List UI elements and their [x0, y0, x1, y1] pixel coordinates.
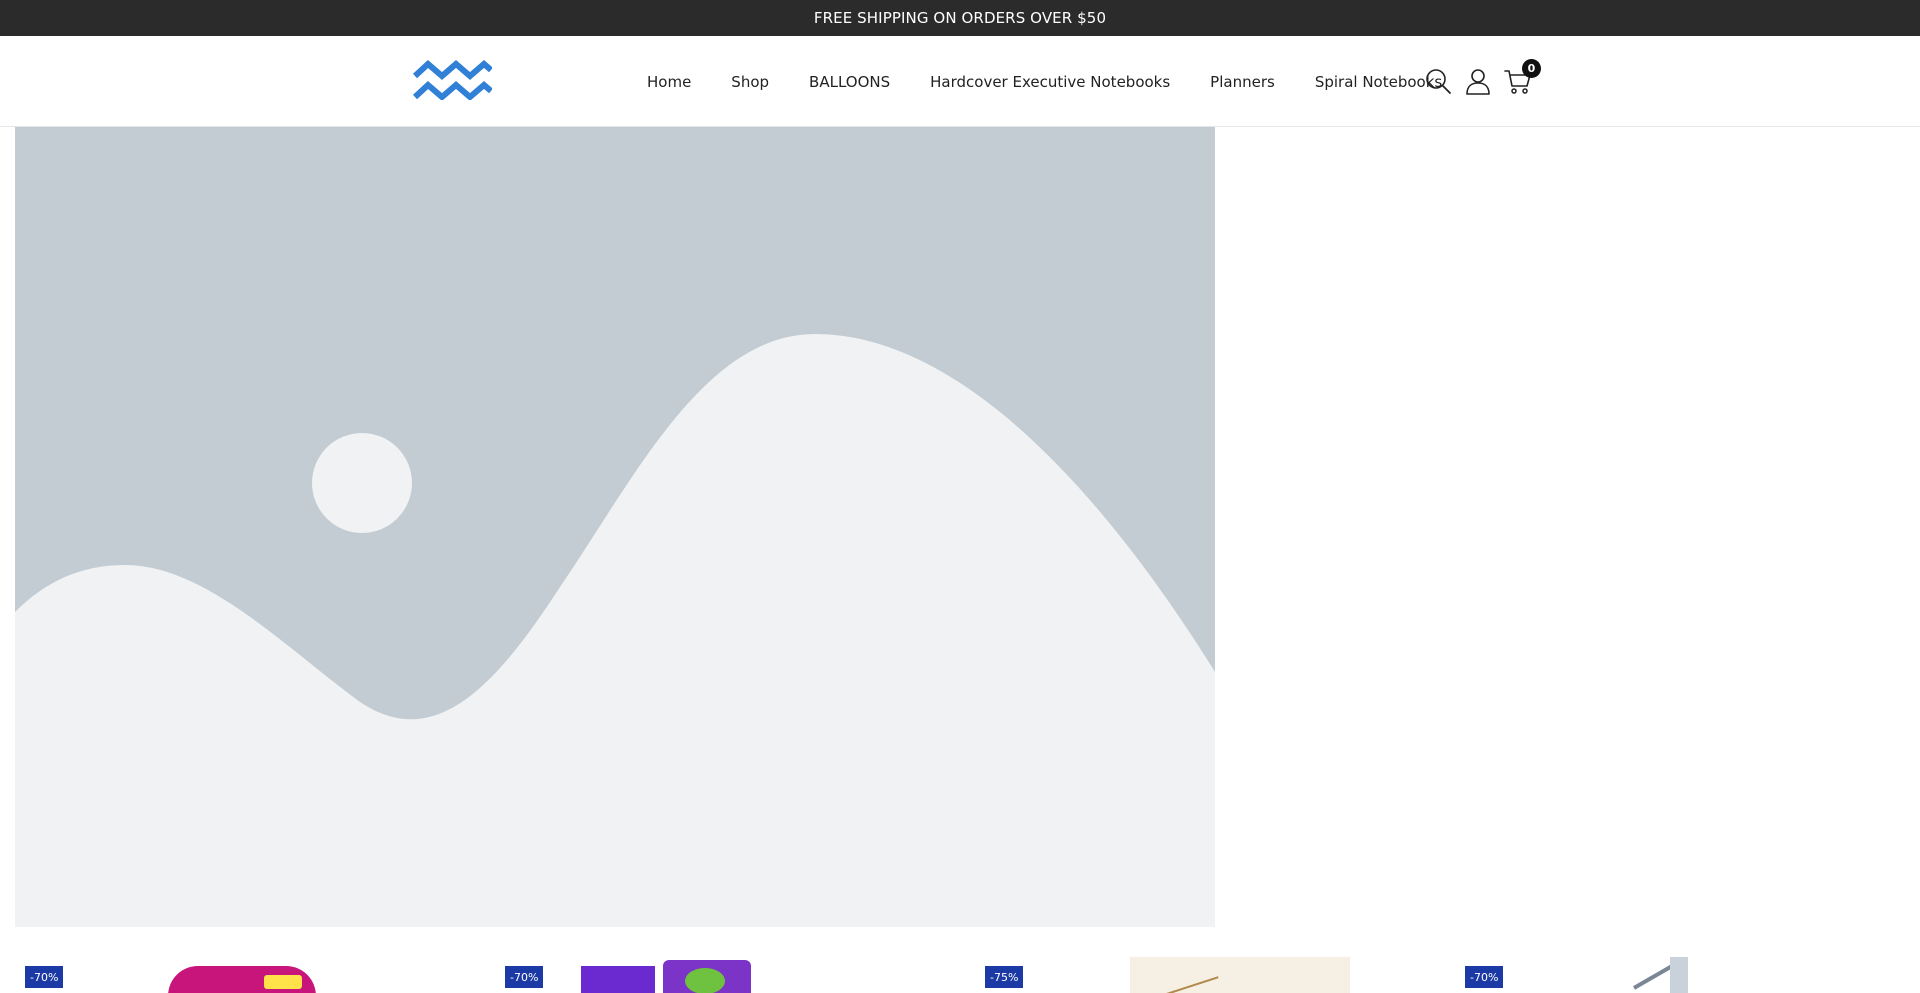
- zigzag-logo-icon: [412, 59, 493, 101]
- discount-badge: -70%: [1465, 966, 1504, 988]
- nav-balloons[interactable]: BALLOONS: [809, 73, 890, 91]
- account-button[interactable]: [1464, 67, 1492, 95]
- product-image[interactable]: [1570, 957, 1688, 993]
- nav-home[interactable]: Home: [647, 73, 691, 91]
- product-image[interactable]: [1130, 957, 1350, 993]
- header-icons: 0: [1424, 59, 1541, 96]
- discount-badge: -70%: [25, 966, 64, 988]
- discount-badge: -70%: [505, 966, 544, 988]
- product-image[interactable]: [581, 960, 751, 993]
- product-card[interactable]: -70%: [1455, 950, 1895, 993]
- main-nav: Home Shop BALLOONS Hardcover Executive N…: [647, 36, 1442, 127]
- product-card[interactable]: -75%: [975, 950, 1415, 993]
- cart-count-badge: 0: [1522, 59, 1541, 78]
- search-button[interactable]: [1424, 67, 1452, 95]
- product-card[interactable]: -70%: [15, 950, 455, 993]
- discount-badge: -75%: [985, 966, 1024, 988]
- nav-shop[interactable]: Shop: [731, 73, 769, 91]
- announcement-text: FREE SHIPPING ON ORDERS OVER $50: [813, 9, 1107, 27]
- announcement-bar: FREE SHIPPING ON ORDERS OVER $50: [0, 0, 1920, 36]
- product-image[interactable]: [168, 966, 316, 993]
- site-header: Home Shop BALLOONS Hardcover Executive N…: [0, 36, 1920, 127]
- product-grid: -70% -70% -75% -70%: [0, 950, 1920, 993]
- site-logo[interactable]: [412, 59, 493, 101]
- nav-hardcover-executive-notebooks[interactable]: Hardcover Executive Notebooks: [930, 73, 1170, 91]
- search-icon: [1426, 69, 1451, 94]
- nav-planners[interactable]: Planners: [1210, 73, 1275, 91]
- placeholder-landscape-icon: [15, 127, 1215, 927]
- hero-image-placeholder: [15, 127, 1215, 927]
- cart-button[interactable]: 0: [1504, 59, 1541, 95]
- product-card[interactable]: -70%: [495, 950, 935, 993]
- account-icon: [1466, 69, 1490, 95]
